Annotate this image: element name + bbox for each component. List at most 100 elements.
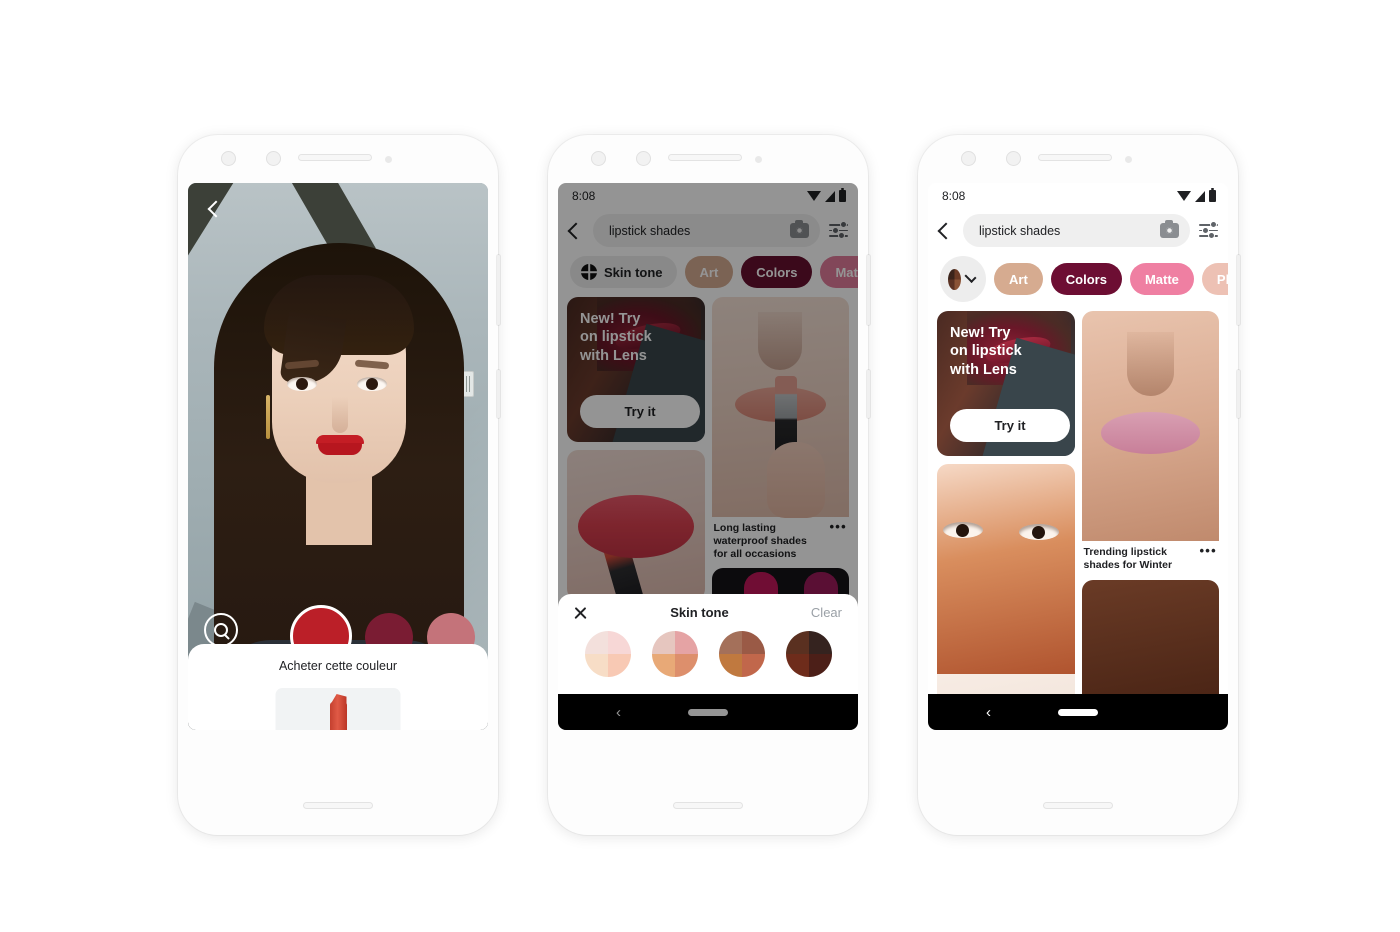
power-button[interactable] <box>867 370 870 418</box>
chip-label: Art <box>1009 271 1028 287</box>
lips-shape <box>1100 412 1200 454</box>
chevron-left-icon[interactable] <box>937 222 955 239</box>
sensor-icon <box>636 151 651 166</box>
phone3-top-bezel <box>918 135 1238 183</box>
search-bar-row: lipstick shades <box>928 209 1228 256</box>
phone2-top-bezel <box>548 135 868 183</box>
phone3-screen: 8:08 lipstick shades Art Colors Matte P … <box>928 183 1228 730</box>
lipstick-product-icon <box>329 702 347 730</box>
pin-column-left: New! Try on lipstick with Lens Try it <box>937 311 1075 730</box>
front-camera-icon <box>221 151 236 166</box>
tone-4[interactable] <box>785 631 832 677</box>
tone-1[interactable] <box>584 631 631 677</box>
clear-button[interactable]: Clear <box>811 605 842 620</box>
android-nav-bar: ‹ <box>928 694 1228 730</box>
skin-tone-bottom-sheet: Skin tone Clear <box>558 594 858 694</box>
close-icon[interactable] <box>573 605 588 620</box>
bottom-speaker-grill <box>1043 802 1113 809</box>
hair-front <box>264 275 414 355</box>
chip-label: Matte <box>1144 271 1179 287</box>
earpiece-speaker <box>298 154 372 161</box>
chip-art[interactable]: Art <box>994 263 1043 295</box>
phone-device-1: SEARCH Acheter cette couleur ‹ <box>178 135 500 835</box>
magnifier-icon <box>214 623 228 637</box>
phone2-screen: 8:08 lipstick shades Skin tone Art Color… <box>558 183 858 730</box>
tone-2[interactable] <box>651 631 698 677</box>
search-input[interactable]: lipstick shades <box>963 214 1190 247</box>
camera-viewfinder: SEARCH Acheter cette couleur <box>188 183 488 730</box>
back-button[interactable] <box>202 195 230 223</box>
promo-title: New! Try on lipstick with Lens <box>950 325 1022 378</box>
nav-back-icon[interactable]: ‹ <box>986 705 991 720</box>
pin-column-right: Trending lipstick shades for Winter ••• <box>1081 311 1220 730</box>
front-camera-icon <box>961 151 976 166</box>
volume-button[interactable] <box>867 255 870 325</box>
volume-button[interactable] <box>497 255 500 325</box>
lips-with-lipstick <box>316 435 364 455</box>
pin-orange-lips[interactable]: ••• <box>937 464 1075 730</box>
pin-image <box>1081 311 1219 541</box>
eye-left <box>943 522 983 538</box>
tune-icon[interactable] <box>1199 221 1218 239</box>
chip-label: Photogr <box>1216 271 1228 287</box>
pin-grid: New! Try on lipstick with Lens Try it <box>928 311 1228 730</box>
status-time: 8:08 <box>942 189 966 203</box>
more-options-icon[interactable]: ••• <box>1199 544 1217 572</box>
buy-sheet-title: Acheter cette couleur <box>278 659 398 673</box>
sensor-icon <box>1006 151 1021 166</box>
phone1-screen: SEARCH Acheter cette couleur ‹ <box>188 183 488 730</box>
led-indicator-icon <box>385 156 392 163</box>
try-it-button[interactable]: Try it <box>950 409 1070 442</box>
phone-device-2: 8:08 lipstick shades Skin tone Art Color… <box>548 135 870 835</box>
led-indicator-icon <box>755 156 762 163</box>
chip-matte[interactable]: Matte <box>1129 263 1194 295</box>
promo-card-lens[interactable]: New! Try on lipstick with Lens Try it <box>937 311 1075 456</box>
power-button[interactable] <box>1237 370 1240 418</box>
chip-skin-tone-selected[interactable] <box>940 256 986 302</box>
search-circle <box>204 613 238 647</box>
screenshot-canvas: SEARCH Acheter cette couleur ‹ <box>0 0 1400 932</box>
signal-icon <box>1195 190 1205 202</box>
bottom-speaker-grill <box>303 802 373 809</box>
nose <box>332 397 348 433</box>
nose-shape <box>1126 331 1174 397</box>
pupil-right <box>366 378 378 390</box>
phone1-top-bezel <box>178 135 498 183</box>
camera-icon[interactable] <box>1160 220 1179 238</box>
chip-photography[interactable]: Photogr <box>1201 263 1228 295</box>
front-camera-icon <box>591 151 606 166</box>
phone-device-3: 8:08 lipstick shades Art Colors Matte P … <box>918 135 1240 835</box>
lower-lip <box>318 443 362 455</box>
pin-caption-row: Trending lipstick shades for Winter ••• <box>1082 541 1220 572</box>
sheet-header: Skin tone Clear <box>558 594 858 620</box>
chevron-left-icon <box>207 200 225 218</box>
status-bar: 8:08 <box>928 183 1228 209</box>
search-results-feed: 8:08 lipstick shades <box>558 183 858 730</box>
status-icons <box>1177 187 1216 203</box>
pin-trending-shades[interactable]: Trending lipstick shades for Winter ••• <box>1081 311 1220 572</box>
pin-image <box>937 464 1075 674</box>
pin-caption: Trending lipstick shades for Winter <box>1083 546 1173 571</box>
product-thumbnail[interactable] <box>275 688 401 730</box>
chevron-down-icon <box>964 271 977 283</box>
earpiece-speaker <box>1038 154 1112 161</box>
home-pill[interactable] <box>1058 708 1098 716</box>
buy-color-sheet: Acheter cette couleur <box>188 644 488 730</box>
pupil-left <box>296 378 308 390</box>
filter-chips-row: Art Colors Matte Photogr <box>928 256 1228 311</box>
search-results-feed: 8:08 lipstick shades <box>928 183 1228 730</box>
sensor-icon <box>266 151 281 166</box>
skin-tone-options <box>558 620 858 677</box>
chip-colors[interactable]: Colors <box>1050 263 1122 295</box>
bottom-speaker-grill <box>673 802 743 809</box>
tone-3[interactable] <box>718 631 765 677</box>
earring <box>266 395 270 439</box>
volume-button[interactable] <box>1237 255 1240 325</box>
earpiece-speaker <box>668 154 742 161</box>
chip-label: Colors <box>1065 271 1107 287</box>
led-indicator-icon <box>1125 156 1132 163</box>
eye-right <box>1019 524 1059 540</box>
sheet-title: Skin tone <box>670 605 729 620</box>
search-query-text: lipstick shades <box>979 223 1061 238</box>
power-button[interactable] <box>497 370 500 418</box>
